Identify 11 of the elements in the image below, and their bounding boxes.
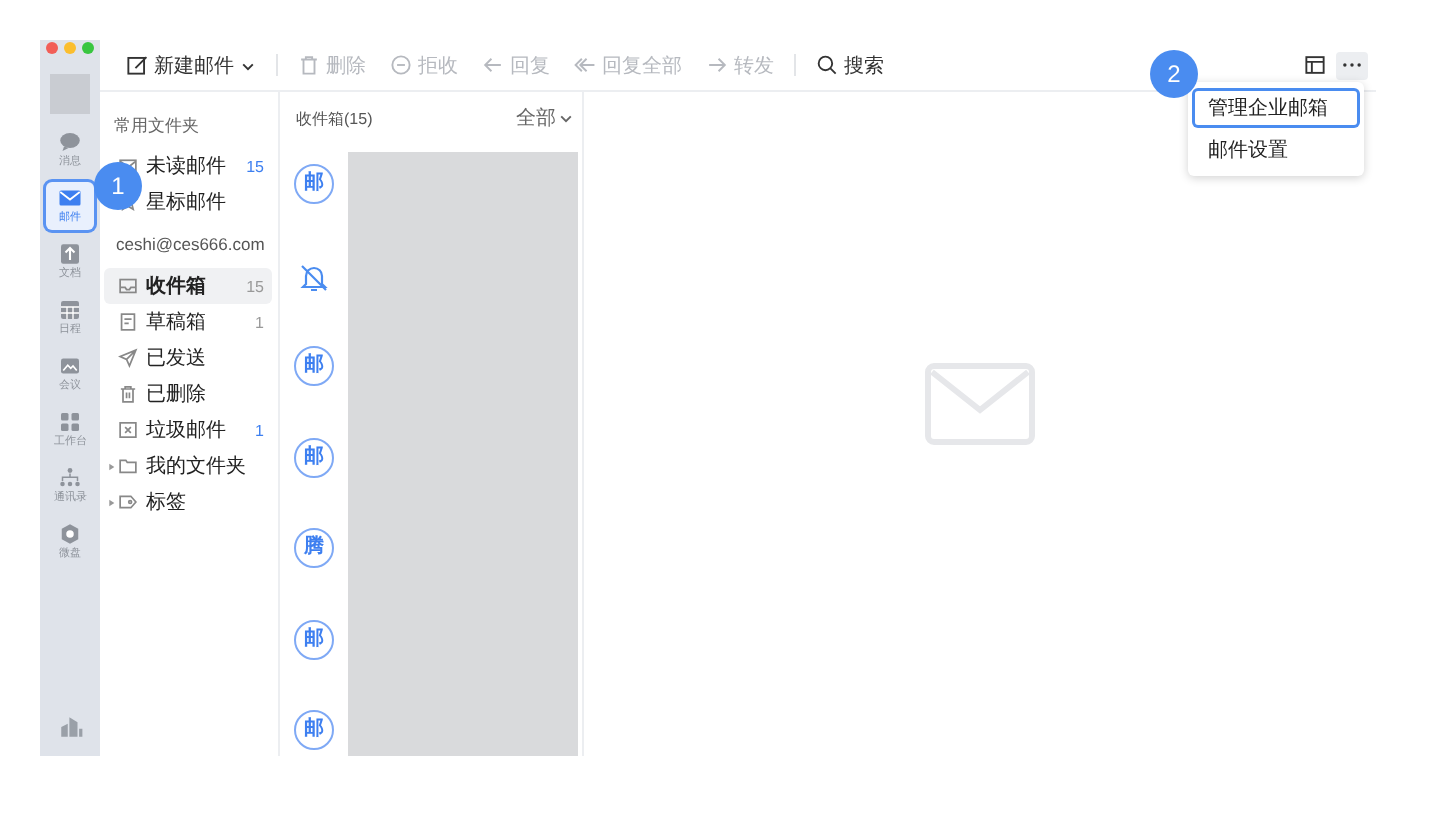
list-title: 收件箱(15)	[296, 107, 373, 129]
sender-avatar: 邮	[294, 710, 334, 750]
sender-avatar: 邮	[294, 164, 334, 204]
section-heading: 常用文件夹	[112, 115, 202, 140]
sender-avatar: 邮	[294, 346, 334, 386]
sender-avatar: 邮	[294, 437, 334, 477]
step-tooltip: 1	[94, 162, 142, 210]
step-tooltip: 2	[1150, 50, 1198, 98]
sender-avatar: 腾	[294, 528, 334, 568]
account-email: ceshi@ces666.com	[114, 232, 267, 258]
sender-avatar: 邮	[294, 619, 334, 659]
